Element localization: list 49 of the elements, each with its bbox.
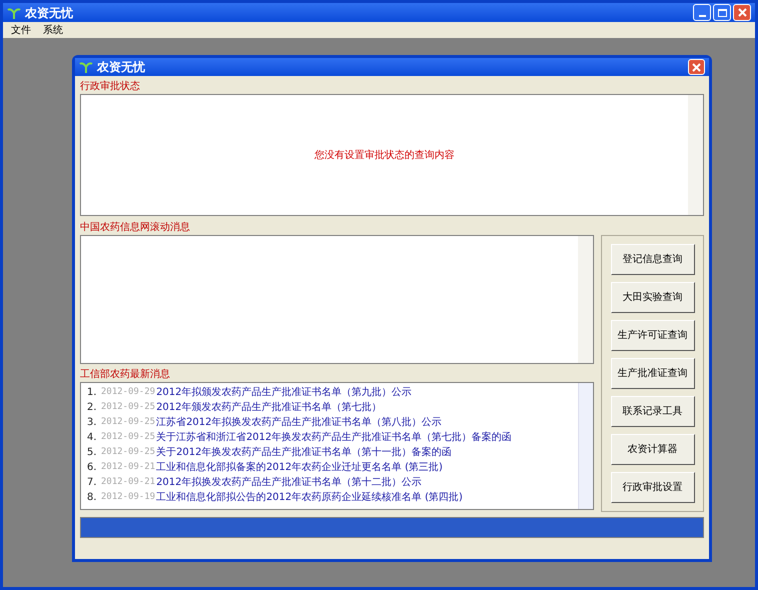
news-date: 2012-09-25 xyxy=(101,416,156,429)
news-link[interactable]: 2012年拟换发农药产品生产批准证书名单（第十二批）公示 xyxy=(156,475,422,490)
close-icon xyxy=(738,8,746,17)
item-number: 2. xyxy=(87,401,98,415)
query-button[interactable]: 登记信息查询 xyxy=(610,244,694,275)
menu-item[interactable]: 系统 xyxy=(43,22,63,38)
section-label: 中国农药信息网滚动消息 xyxy=(80,221,191,235)
news-link[interactable]: 关于江苏省和浙江省2012年换发农药产品生产批准证书名单（第七批）备案的函 xyxy=(156,430,512,445)
news-date: 2012-09-25 xyxy=(101,400,156,414)
news-date: 2012-09-21 xyxy=(101,476,156,489)
close-icon xyxy=(692,62,701,72)
news-link[interactable]: 工业和信息化部拟公告的2012年农药原药企业延续核准名单 (第四批) xyxy=(156,490,463,505)
sprout-icon xyxy=(7,6,21,20)
item-number: 8. xyxy=(87,491,98,505)
item-number: 1. xyxy=(87,386,98,400)
query-button[interactable]: 农资计算器 xyxy=(610,434,694,466)
dialog-title: 农资无忧 xyxy=(97,59,145,76)
query-button[interactable]: 生产许可证查询 xyxy=(610,320,694,351)
section-label: 工信部农药最新消息 xyxy=(80,368,171,382)
query-button[interactable]: 大田实验查询 xyxy=(610,282,694,313)
query-button[interactable]: 联系记录工具 xyxy=(610,396,694,428)
item-number: 6. xyxy=(87,461,98,475)
empty-message: 您没有设置审批状态的查询内容 xyxy=(314,148,454,162)
section-label: 行政审批状态 xyxy=(80,80,141,94)
menu-item[interactable]: 文件 xyxy=(11,22,31,38)
news-date: 2012-09-25 xyxy=(101,430,156,444)
news-date: 2012-09-19 xyxy=(101,490,156,504)
item-number: 4. xyxy=(87,431,98,445)
minimize-button[interactable] xyxy=(693,4,711,21)
window-title: 农资无忧 xyxy=(25,4,73,22)
news-link[interactable]: 2012年拟颁发农药产品生产批准证书名单（第九批）公示 xyxy=(156,385,412,400)
news-link[interactable]: 工业和信息化部拟备案的2012年农药企业迁址更名名单 (第三批) xyxy=(156,460,443,475)
maximize-icon xyxy=(718,8,726,16)
minimize-icon xyxy=(698,15,706,17)
item-number: 3. xyxy=(87,416,98,430)
item-number: 5. xyxy=(87,446,98,460)
close-button[interactable] xyxy=(733,4,751,21)
item-number: 7. xyxy=(87,476,98,490)
query-button[interactable]: 行政审批设置 xyxy=(610,472,694,504)
close-button[interactable] xyxy=(688,59,705,75)
news-link[interactable]: 关于2012年换发农药产品生产批准证书名单（第十一批）备案的函 xyxy=(156,445,452,460)
news-link[interactable]: 江苏省2012年拟换发农药产品生产批准证书名单（第八批）公示 xyxy=(156,415,442,430)
news-link[interactable]: 2012年颁发农药产品生产批准证书名单（第七批） xyxy=(156,400,382,415)
sprout-icon xyxy=(79,60,93,74)
news-date: 2012-09-25 xyxy=(101,446,156,459)
news-date: 2012-09-29 xyxy=(101,386,156,399)
maximize-button[interactable] xyxy=(713,4,731,21)
news-date: 2012-09-21 xyxy=(101,460,156,474)
query-button[interactable]: 生产批准证查询 xyxy=(610,358,694,389)
